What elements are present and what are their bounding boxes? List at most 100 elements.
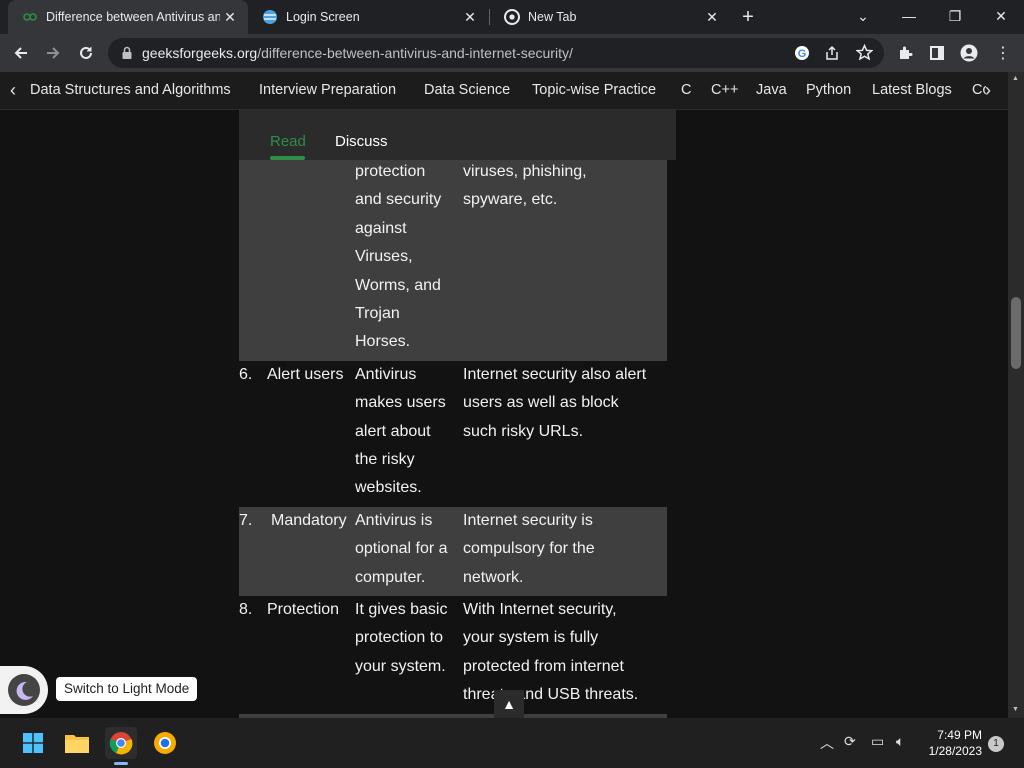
address-bar[interactable]: geeksforgeeks.org/difference-between-ant…: [108, 38, 884, 68]
notification-badge[interactable]: 1: [988, 736, 1004, 752]
nav-item-practice[interactable]: Topic-wise Practice: [532, 82, 656, 98]
scroll-to-top-button[interactable]: ▲: [494, 690, 524, 718]
cell-line: protection: [355, 163, 426, 180]
reload-icon[interactable]: [71, 38, 101, 68]
cell-line: optional for a: [355, 540, 448, 558]
tab-login-screen[interactable]: Login Screen ✕: [248, 0, 488, 34]
article-tabs: Read Discuss: [239, 110, 676, 160]
tab-gfg-article[interactable]: Difference between Antivirus and ✕: [8, 0, 248, 34]
cell-internet-security: Internet security also alert users as wel…: [463, 361, 673, 446]
nav-right-chevron-icon[interactable]: ›: [985, 80, 991, 101]
profile-icon[interactable]: [954, 38, 984, 68]
close-icon[interactable]: ✕: [220, 7, 240, 27]
scrollbar-thumb[interactable]: [1011, 297, 1021, 369]
cell-line: Antivirus is: [355, 511, 433, 529]
chrome-canary-icon[interactable]: [149, 727, 181, 759]
minimize-icon[interactable]: —: [886, 0, 932, 32]
cell-line: the risky: [355, 451, 415, 469]
row-number: 6.: [239, 365, 253, 383]
browser-toolbar: geeksforgeeks.org/difference-between-ant…: [0, 34, 1024, 72]
close-icon[interactable]: ✕: [460, 7, 480, 27]
volume-icon[interactable]: 🔈︎: [896, 733, 904, 750]
svg-text:G: G: [798, 48, 807, 60]
sync-icon[interactable]: ⟳: [844, 733, 856, 750]
file-explorer-icon[interactable]: [61, 727, 93, 759]
nav-item-java[interactable]: Java: [756, 82, 787, 98]
tab-new-tab[interactable]: New Tab ✕: [490, 0, 730, 34]
nav-left-chevron-icon[interactable]: ‹: [10, 80, 16, 101]
restore-icon[interactable]: ❐: [932, 0, 978, 32]
cell-antivirus: Antivirus is optional for a computer.: [355, 507, 461, 592]
extensions-icon[interactable]: [890, 38, 920, 68]
chrome-icon: [504, 9, 520, 25]
url-text: geeksforgeeks.org/difference-between-ant…: [142, 45, 573, 61]
cell-antivirus: Antivirus makes users alert about the risky…: [355, 361, 461, 503]
cell-internet-security: Internet security is compulsory for the ne…: [463, 507, 673, 592]
back-icon[interactable]: [6, 38, 36, 68]
row-feature: Alert users: [267, 365, 344, 383]
cell-line: Internet security also alert: [463, 365, 647, 383]
cell-line: viruses, phishing,: [463, 163, 587, 180]
cell-line: alert about: [355, 422, 431, 440]
nav-item-more[interactable]: Co: [972, 82, 986, 98]
cell-line: With Internet security,: [463, 601, 617, 618]
nav-item-data-science[interactable]: Data Science: [424, 82, 510, 98]
table-row: 7. Mandatory Antivirus is optional for a com…: [239, 506, 667, 596]
active-app-indicator: [114, 762, 128, 765]
cell-antivirus: It gives basic protection to your system.: [355, 596, 461, 681]
menu-kebab-icon[interactable]: ⋮: [988, 38, 1018, 68]
new-tab-button[interactable]: +: [736, 5, 760, 29]
scroll-down-arrow-icon[interactable]: ▼: [1012, 706, 1019, 713]
nav-item-python[interactable]: Python: [806, 82, 851, 98]
dark-mode-toggle-button[interactable]: [0, 666, 48, 714]
row-number: 7.: [239, 511, 253, 529]
bookmark-star-icon[interactable]: [855, 43, 874, 66]
nav-item-dsa[interactable]: Data Structures and Algorithms: [30, 82, 231, 98]
cell-internet-security: viruses, phishing, spyware, etc.: [463, 158, 673, 215]
scroll-up-arrow-icon[interactable]: ▲: [1012, 75, 1019, 82]
google-lens-icon[interactable]: G: [794, 45, 810, 66]
active-tab-underline: [270, 156, 305, 160]
forward-icon[interactable]: [38, 38, 68, 68]
cell-line: compulsory for the: [463, 540, 595, 558]
cell-line: spyware, etc.: [463, 191, 558, 209]
system-clock[interactable]: 7:49 PM 1/28/2023: [929, 727, 982, 759]
globe-icon: [262, 9, 278, 25]
cell-line: Worms, and: [355, 276, 441, 294]
tab-search-icon[interactable]: ⌄: [840, 0, 886, 32]
share-icon[interactable]: [824, 45, 840, 66]
nav-item-interview[interactable]: Interview Preparation: [259, 82, 396, 98]
cell-line: It gives basic: [355, 601, 448, 618]
cell-line: against: [355, 219, 407, 237]
side-panel-icon[interactable]: [922, 38, 952, 68]
close-icon[interactable]: ✕: [702, 7, 722, 27]
cell-line: your system is fully: [463, 629, 599, 647]
cell-line: Viruses,: [355, 248, 413, 266]
tab-read[interactable]: Read: [270, 133, 306, 150]
cell-line: your system.: [355, 657, 446, 675]
mode-toggle-tooltip: Switch to Light Mode: [56, 677, 198, 701]
nav-item-latest-blogs[interactable]: Latest Blogs: [872, 82, 952, 98]
cell-line: users as well as block: [463, 394, 619, 412]
windows-start-icon[interactable]: [17, 727, 49, 759]
row-number: 8.: [239, 601, 253, 618]
tray-chevron-icon[interactable]: ︿: [820, 733, 834, 753]
windows-taskbar: ︿ ⟳ ▭ 🔈︎ 7:49 PM 1/28/2023 1: [0, 718, 1024, 768]
nav-item-c[interactable]: C: [681, 82, 691, 98]
window-close-icon[interactable]: ✕: [978, 0, 1024, 32]
tab-discuss[interactable]: Discuss: [335, 133, 388, 150]
nav-item-cpp[interactable]: C++: [711, 82, 738, 98]
chrome-taskbar-icon[interactable]: [105, 727, 137, 759]
cell-line: such risky URLs.: [463, 422, 584, 440]
page-scrollbar[interactable]: ▲ ▼: [1008, 72, 1024, 718]
cell-line: Trojan: [355, 305, 400, 323]
site-nav-bar: ‹ Data Structures and Algorithms Intervi…: [0, 72, 1008, 110]
cell-line: protection to: [355, 629, 444, 647]
cell-line: computer.: [355, 568, 426, 586]
article-page: Read Discuss protection and security again…: [0, 110, 1008, 718]
tab-strip: Difference between Antivirus and ✕ Login…: [0, 0, 1024, 34]
cell-line: makes users: [355, 394, 446, 412]
tab-title: New Tab: [528, 10, 577, 24]
network-icon[interactable]: ▭: [871, 733, 884, 750]
clock-time: 7:49 PM: [937, 728, 982, 742]
